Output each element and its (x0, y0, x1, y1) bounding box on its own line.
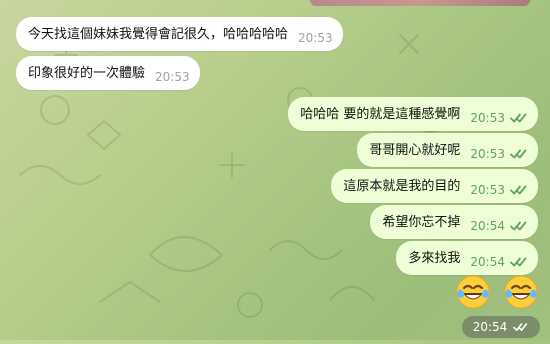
message-time: 20:54 (470, 255, 505, 269)
outgoing-message[interactable]: 哥哥開心就好呢 20:53 (357, 133, 538, 167)
emoji-message-meta: 20:54 (462, 316, 540, 338)
message-time: 20:53 (155, 70, 190, 84)
double-check-icon (513, 322, 529, 332)
double-check-icon (510, 184, 528, 196)
message-text: 希望你忘不掉 (382, 214, 461, 230)
incoming-message[interactable]: 印象很好的一次體驗 20:53 (16, 56, 200, 90)
message-meta: 20:53 (298, 32, 333, 44)
incoming-message[interactable]: 今天找這個妹妹我覺得會記很久，哈哈哈哈哈 20:53 (16, 17, 343, 51)
chat-area: 今天找這個妹妹我覺得會記很久，哈哈哈哈哈 20:53 印象很好的一次體驗 20:… (0, 0, 550, 340)
message-text: 這原本就是我的目的 (343, 178, 461, 194)
message-meta: 20:53 (470, 148, 528, 160)
message-time: 20:53 (470, 111, 505, 125)
double-check-icon (510, 148, 528, 160)
message-meta: 20:53 (470, 112, 528, 124)
message-meta: 20:53 (470, 184, 528, 196)
double-check-icon (510, 220, 528, 232)
message-text: 哈哈哈 要的就是這種感覺啊 (300, 106, 461, 122)
double-check-icon (510, 256, 528, 268)
outgoing-message[interactable]: 這原本就是我的目的 20:53 (331, 169, 538, 203)
message-time: 20:53 (470, 147, 505, 161)
emoji-message[interactable] (455, 274, 539, 310)
message-text: 多來找我 (408, 250, 461, 266)
double-check-icon (510, 112, 528, 124)
outgoing-message[interactable]: 多來找我 20:54 (396, 241, 538, 275)
message-text: 哥哥開心就好呢 (369, 142, 461, 158)
outgoing-message[interactable]: 希望你忘不掉 20:54 (370, 205, 538, 239)
message-time: 20:53 (298, 31, 333, 45)
outgoing-message[interactable]: 哈哈哈 要的就是這種感覺啊 20:53 (288, 97, 538, 131)
message-text: 今天找這個妹妹我覺得會記很久，哈哈哈哈哈 (28, 26, 289, 42)
message-time: 20:54 (472, 320, 508, 334)
tears-of-joy-emoji (503, 274, 539, 310)
message-time: 20:53 (470, 183, 505, 197)
message-meta: 20:53 (155, 71, 190, 83)
tears-of-joy-emoji (455, 274, 491, 310)
message-meta: 20:54 (470, 220, 528, 232)
message-text: 印象很好的一次體驗 (28, 65, 146, 81)
message-meta: 20:54 (470, 256, 528, 268)
message-time: 20:54 (470, 219, 505, 233)
